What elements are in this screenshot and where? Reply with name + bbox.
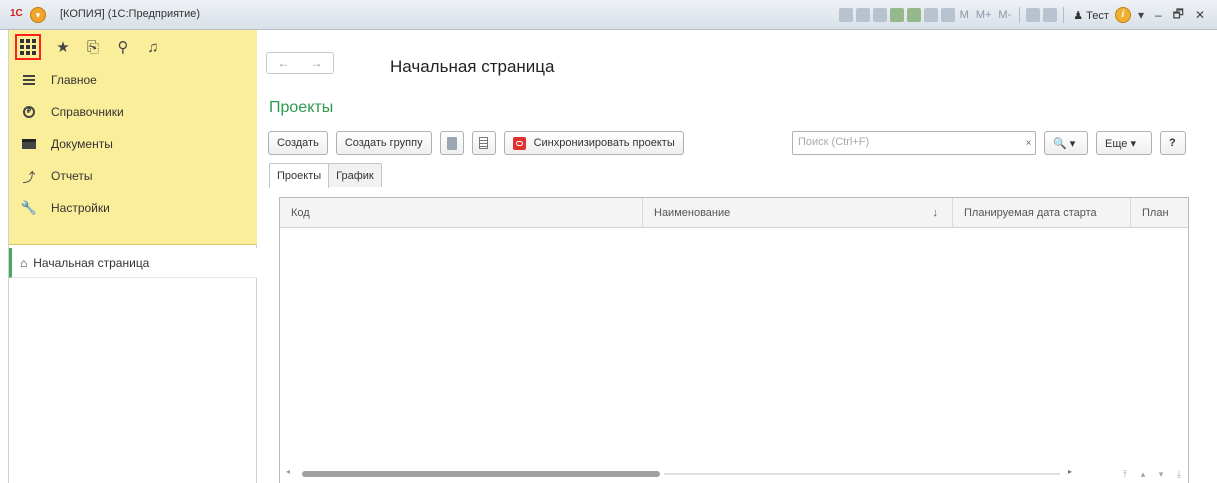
title-bar: 1С ▾ [КОПИЯ] (1С:Предприятие) M M+ M- ♟ … bbox=[0, 0, 1217, 30]
preview-icon[interactable] bbox=[872, 8, 887, 22]
create-group-button[interactable]: Создать группу bbox=[335, 131, 432, 155]
memory-plus-button[interactable]: M+ bbox=[974, 9, 994, 21]
sidebar-item-label: Справочники bbox=[51, 105, 124, 119]
row-navigation: ⤒ ▴ ▾ ⤓ bbox=[1118, 467, 1186, 481]
sections-list: ★ ⎘ ⚲ ♫ Главное ₽ Справочники Документы … bbox=[9, 30, 257, 245]
next-row-icon[interactable]: ▾ bbox=[1154, 467, 1168, 481]
all-functions-button[interactable] bbox=[15, 34, 41, 60]
help-button[interactable]: ? bbox=[1160, 131, 1186, 155]
search-input[interactable]: Поиск (Ctrl+F) bbox=[792, 131, 1036, 155]
open-window-label: Начальная страница bbox=[33, 255, 150, 270]
sidebar-item-main[interactable]: Главное bbox=[9, 64, 257, 96]
column-code[interactable]: Код bbox=[280, 198, 643, 227]
sidebar-item-label: Настройки bbox=[51, 201, 110, 215]
scroll-track[interactable] bbox=[664, 473, 1060, 475]
search-options-button[interactable]: 🔍 ▾ bbox=[1044, 131, 1088, 155]
more-button[interactable]: Еще ▾ bbox=[1096, 131, 1152, 155]
sidebar-item-settings[interactable]: 🔧 Настройки bbox=[9, 192, 257, 224]
window-title: [КОПИЯ] (1С:Предприятие) bbox=[60, 8, 201, 20]
table-header: Код Наименование ↓ Планируемая дата стар… bbox=[280, 198, 1188, 228]
print-icon[interactable] bbox=[855, 8, 870, 22]
list-button[interactable] bbox=[471, 131, 496, 155]
toolbar-divider bbox=[1063, 7, 1065, 23]
sections-panel: ★ ⎘ ⚲ ♫ Главное ₽ Справочники Документы … bbox=[8, 30, 257, 483]
sync-projects-label: Синхронизировать проекты bbox=[533, 137, 675, 149]
sidebar-item-reports[interactable]: ⤴ Отчеты bbox=[9, 160, 257, 192]
window-toolbar: M M+ M- ♟ Тест i ▾ – 🗗 ✕ bbox=[838, 5, 1209, 26]
main-menu-button[interactable]: ▾ bbox=[30, 7, 46, 23]
sync-projects-button[interactable]: Синхронизировать проекты bbox=[503, 131, 684, 155]
scroll-left-icon[interactable]: ◂ bbox=[286, 467, 290, 476]
home-icon: ⌂ bbox=[20, 255, 28, 270]
column-planned-start[interactable]: Планируемая дата старта bbox=[953, 198, 1131, 227]
sort-down-icon: ↓ bbox=[932, 206, 939, 219]
form-title: Проекты bbox=[269, 99, 334, 116]
wrench-icon: 🔧 bbox=[20, 200, 38, 215]
toolbar-divider bbox=[1019, 7, 1021, 23]
projects-table: Код Наименование ↓ Планируемая дата стар… bbox=[279, 197, 1189, 483]
calendar-icon[interactable] bbox=[940, 8, 955, 22]
create-button[interactable]: Создать bbox=[268, 131, 328, 155]
panels-icon[interactable] bbox=[1043, 8, 1058, 22]
sidebar-item-catalogs[interactable]: ₽ Справочники bbox=[9, 96, 257, 128]
attach-icon[interactable] bbox=[889, 8, 904, 22]
history-nav: ← → bbox=[266, 52, 334, 74]
scroll-thumb[interactable] bbox=[302, 471, 660, 477]
document-icon bbox=[446, 136, 457, 150]
memory-button[interactable]: M bbox=[958, 9, 971, 21]
save-icon[interactable] bbox=[838, 8, 853, 22]
close-button[interactable]: ✕ bbox=[1191, 8, 1209, 22]
copy-button[interactable] bbox=[439, 131, 464, 155]
list-icon bbox=[479, 137, 489, 149]
lines-icon bbox=[21, 72, 37, 88]
sidebar-item-documents[interactable]: Документы bbox=[9, 128, 257, 160]
zoom-icon[interactable] bbox=[1026, 8, 1041, 22]
calculator-icon[interactable] bbox=[923, 8, 938, 22]
sidebar-item-label: Отчеты bbox=[51, 169, 93, 183]
info-icon[interactable]: i bbox=[1114, 7, 1131, 23]
panel-toolbar: ★ ⎘ ⚲ ♫ bbox=[9, 30, 257, 64]
sidebar-item-label: Документы bbox=[51, 137, 113, 151]
restore-button[interactable]: 🗗 bbox=[1169, 5, 1188, 26]
tab-schedule[interactable]: График bbox=[328, 163, 382, 187]
command-bar: Создать Создать группу Синхронизировать … bbox=[268, 131, 692, 155]
menu-caret-icon[interactable]: ▾ bbox=[1134, 8, 1148, 22]
main-area: ← → Начальная страница Проекты Создать С… bbox=[258, 30, 1217, 483]
form-tabs: Проекты График bbox=[269, 163, 382, 188]
sidebar-item-label: Главное bbox=[51, 73, 97, 87]
user-name[interactable]: ♟ Тест bbox=[1070, 9, 1112, 22]
column-plan[interactable]: План bbox=[1131, 198, 1188, 227]
star-icon[interactable]: ★ bbox=[55, 39, 71, 56]
app-logo: 1С bbox=[10, 8, 23, 19]
link-icon[interactable] bbox=[906, 8, 921, 22]
bell-icon[interactable]: ♫ bbox=[145, 39, 161, 56]
prev-row-icon[interactable]: ▴ bbox=[1136, 467, 1150, 481]
column-name-label: Наименование bbox=[654, 206, 731, 219]
memory-minus-button[interactable]: M- bbox=[996, 9, 1013, 21]
history-icon[interactable]: ⎘ bbox=[85, 39, 101, 56]
table-icon bbox=[21, 136, 37, 152]
forward-button[interactable]: → bbox=[311, 56, 323, 70]
column-name[interactable]: Наименование ↓ bbox=[643, 198, 953, 227]
minimize-button[interactable]: – bbox=[1151, 8, 1166, 22]
scroll-right-icon[interactable]: ▸ bbox=[1068, 467, 1072, 476]
open-window-home[interactable]: ⌂ Начальная страница bbox=[9, 248, 257, 278]
catalog-icon: ₽ bbox=[21, 104, 37, 120]
page-title: Начальная страница bbox=[390, 57, 555, 76]
tab-projects[interactable]: Проекты bbox=[269, 163, 330, 188]
open-windows-list: ⌂ Начальная страница bbox=[9, 248, 257, 278]
chart-icon: ⤴ bbox=[22, 169, 36, 185]
first-row-icon[interactable]: ⤒ bbox=[1118, 467, 1132, 481]
search-icon[interactable]: ⚲ bbox=[115, 39, 131, 56]
back-button[interactable]: ← bbox=[278, 56, 290, 70]
clear-search-icon[interactable]: × bbox=[1020, 131, 1037, 155]
horizontal-scrollbar[interactable]: ◂ ▸ bbox=[280, 463, 1188, 483]
last-row-icon[interactable]: ⤓ bbox=[1172, 467, 1186, 481]
sync-icon bbox=[512, 136, 526, 150]
